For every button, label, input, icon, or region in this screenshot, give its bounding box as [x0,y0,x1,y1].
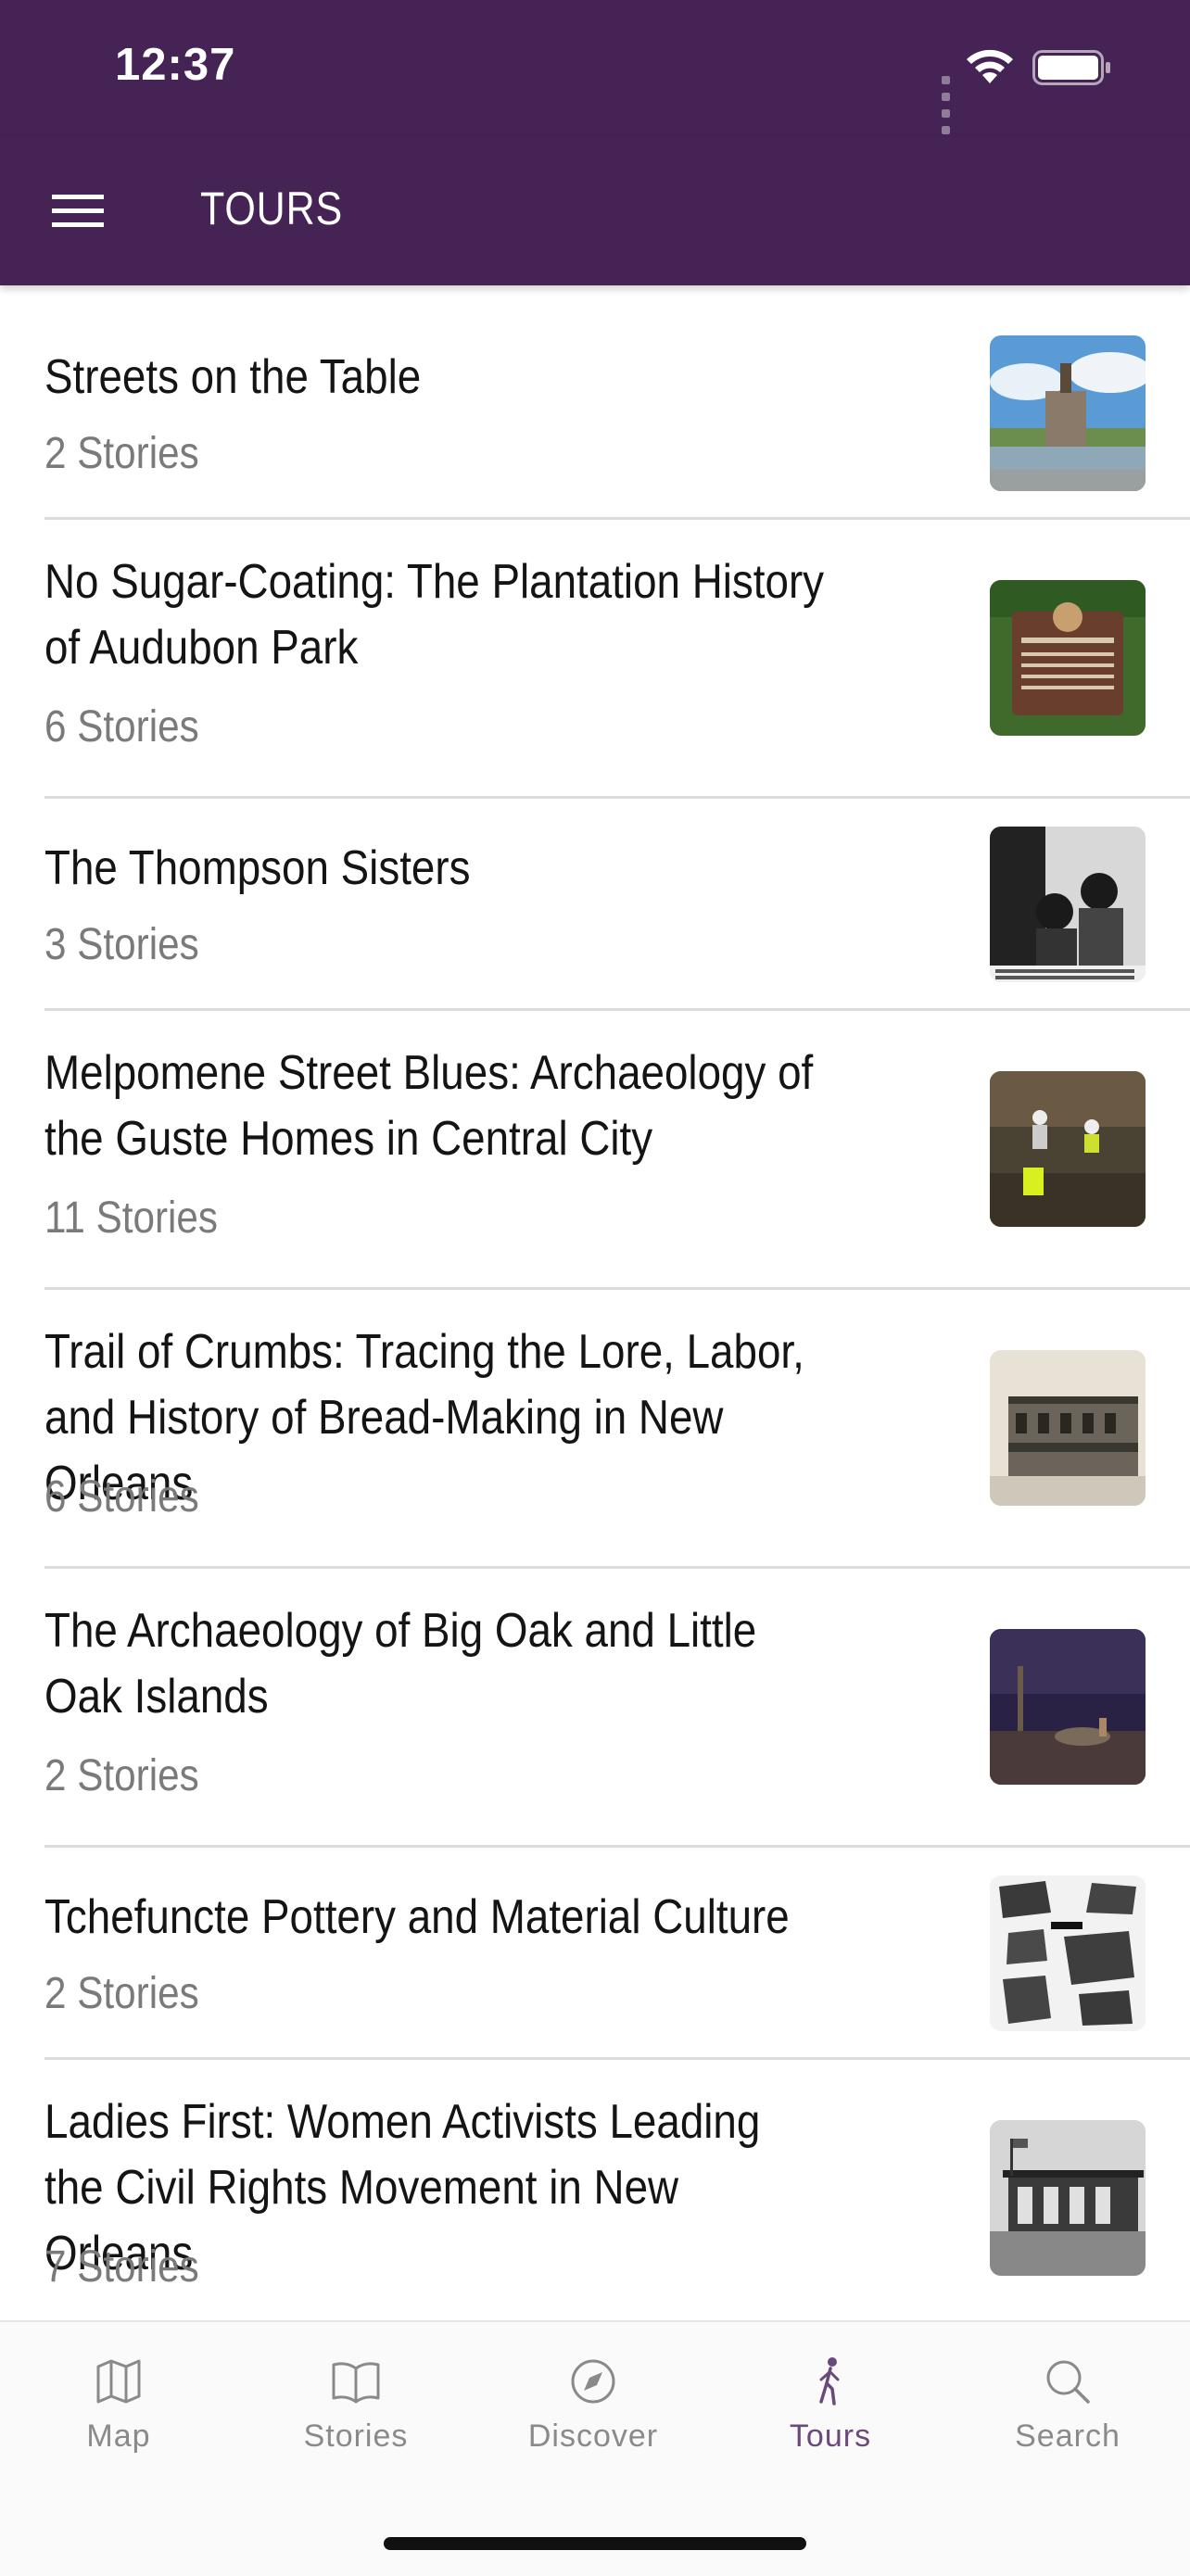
status-bar: 12:37 [0,0,1190,137]
tour-thumbnail [990,827,1146,982]
tour-item[interactable]: No Sugar-Coating: The Plantation History… [44,520,1190,799]
page-title: TOURS [200,183,344,234]
cellular-signal-icon [942,72,955,139]
tour-thumbnail [990,1875,1146,2031]
tour-item[interactable]: Trail of Crumbs: Tracing the Lore, Labor… [44,1290,1190,1569]
tour-item[interactable]: Streets on the Table 2 Stories [44,287,1190,520]
search-icon [1046,2360,1090,2404]
hamburger-menu-icon [52,195,104,227]
tab-discover[interactable]: Discover [475,2322,712,2470]
tour-item[interactable]: Ladies First: Women Activists Leading th… [44,2060,1190,2338]
tab-label: Search [1015,2418,1120,2454]
tour-story-count: 6 Stories [44,1472,199,1522]
tour-story-count: 3 Stories [44,920,199,969]
tour-item[interactable]: Tchefuncte Pottery and Material Culture … [44,1848,1190,2060]
tour-thumbnail [990,580,1146,736]
tab-label: Stories [303,2418,409,2454]
tour-thumbnail [990,1071,1146,1227]
app-header: TOURS [0,137,1190,285]
tour-title: Tchefuncte Pottery and Material Culture [44,1890,790,1944]
tab-map[interactable]: Map [0,2322,237,2470]
tour-title: The Thompson Sisters [44,841,471,895]
tab-search[interactable]: Search [949,2322,1186,2470]
battery-icon [1032,50,1110,85]
tour-item[interactable]: The Archaeology of Big Oak and Little Oa… [44,1569,1190,1848]
wifi-icon [967,49,1013,83]
tour-story-count: 7 Stories [44,2242,199,2292]
book-icon [332,2362,380,2404]
tour-story-count: 2 Stories [44,1751,199,1800]
tour-thumbnail [990,1350,1146,1506]
tour-title: Melpomene Street Blues: Archaeology of t… [44,1046,814,1166]
tour-story-count: 6 Stories [44,702,199,751]
tour-story-count: 11 Stories [44,1193,219,1243]
tour-thumbnail [990,335,1146,491]
tour-title: Streets on the Table [44,350,422,404]
home-indicator [384,2537,806,2550]
status-time: 12:37 [115,40,236,90]
compass-icon [571,2359,615,2404]
map-icon [96,2359,141,2404]
tour-title: The Archaeology of Big Oak and Little Oa… [44,1604,757,1724]
tour-item[interactable]: The Thompson Sisters 3 Stories [44,799,1190,1011]
tour-list: Streets on the Table 2 Stories No Sugar-… [0,287,1190,2338]
tab-tours[interactable]: Tours [712,2322,949,2470]
tour-thumbnail [990,2120,1146,2276]
tab-label: Map [86,2418,151,2454]
tour-title: No Sugar-Coating: The Plantation History… [44,555,825,675]
tab-label: Discover [527,2418,659,2454]
tab-label: Tours [789,2418,872,2454]
tab-stories[interactable]: Stories [237,2322,475,2470]
walking-person-icon [819,2357,840,2406]
tour-story-count: 2 Stories [44,429,199,478]
menu-button[interactable] [37,174,119,248]
tour-thumbnail [990,1629,1146,1785]
tour-item[interactable]: Melpomene Street Blues: Archaeology of t… [44,1011,1190,1290]
tour-story-count: 2 Stories [44,1969,199,2018]
